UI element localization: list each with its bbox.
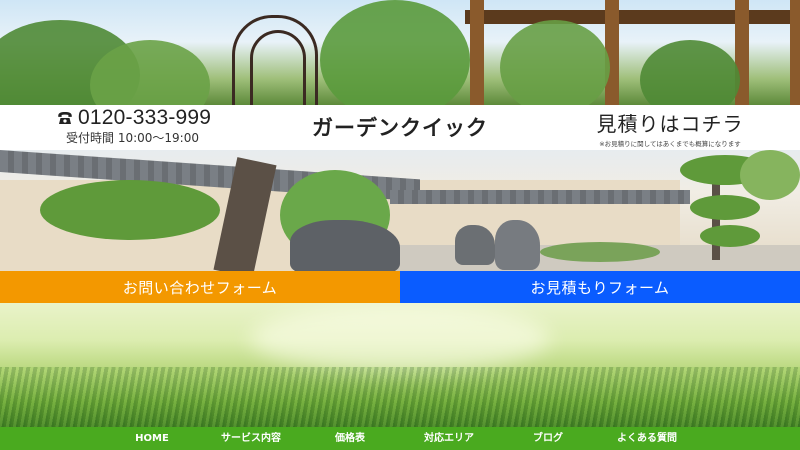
japanese-garden-photo bbox=[0, 150, 800, 271]
estimate-title[interactable]: 見積りはコチラ bbox=[590, 108, 750, 137]
business-hours: 受付時間 10:00〜19:00 bbox=[66, 131, 199, 145]
nav-item-blog[interactable]: ブログ bbox=[533, 427, 563, 450]
lawn-photo bbox=[0, 303, 800, 427]
nav-item-area[interactable]: 対応エリア bbox=[424, 427, 474, 450]
phone-number[interactable]: 0120-333-999 bbox=[78, 106, 211, 130]
estimate-form-button[interactable]: お見積もりフォーム bbox=[400, 271, 800, 303]
nav-item-faq[interactable]: よくある質問 bbox=[617, 427, 677, 450]
hero-garden-photo bbox=[0, 0, 800, 105]
estimate-note: ※お見積りに関してはあくまでも概算になります bbox=[599, 140, 741, 148]
nav-item-home[interactable]: HOME bbox=[135, 427, 169, 450]
nav-item-pricing[interactable]: 価格表 bbox=[335, 427, 365, 450]
nav-item-services[interactable]: サービス内容 bbox=[221, 427, 281, 450]
estimate-link[interactable]: 見積りはコチラ ※お見積りに関してはあくまでも概算になります bbox=[590, 108, 750, 148]
contact-form-button[interactable]: お問い合わせフォーム bbox=[0, 271, 400, 303]
main-nav: HOME サービス内容 価格表 対応エリア ブログ よくある質問 bbox=[0, 427, 800, 450]
phone-contact[interactable]: 0120-333-999 受付時間 10:00〜19:00 bbox=[56, 106, 211, 145]
phone-icon bbox=[58, 112, 72, 124]
site-logo-title[interactable]: ガーデンクイック bbox=[300, 112, 500, 142]
